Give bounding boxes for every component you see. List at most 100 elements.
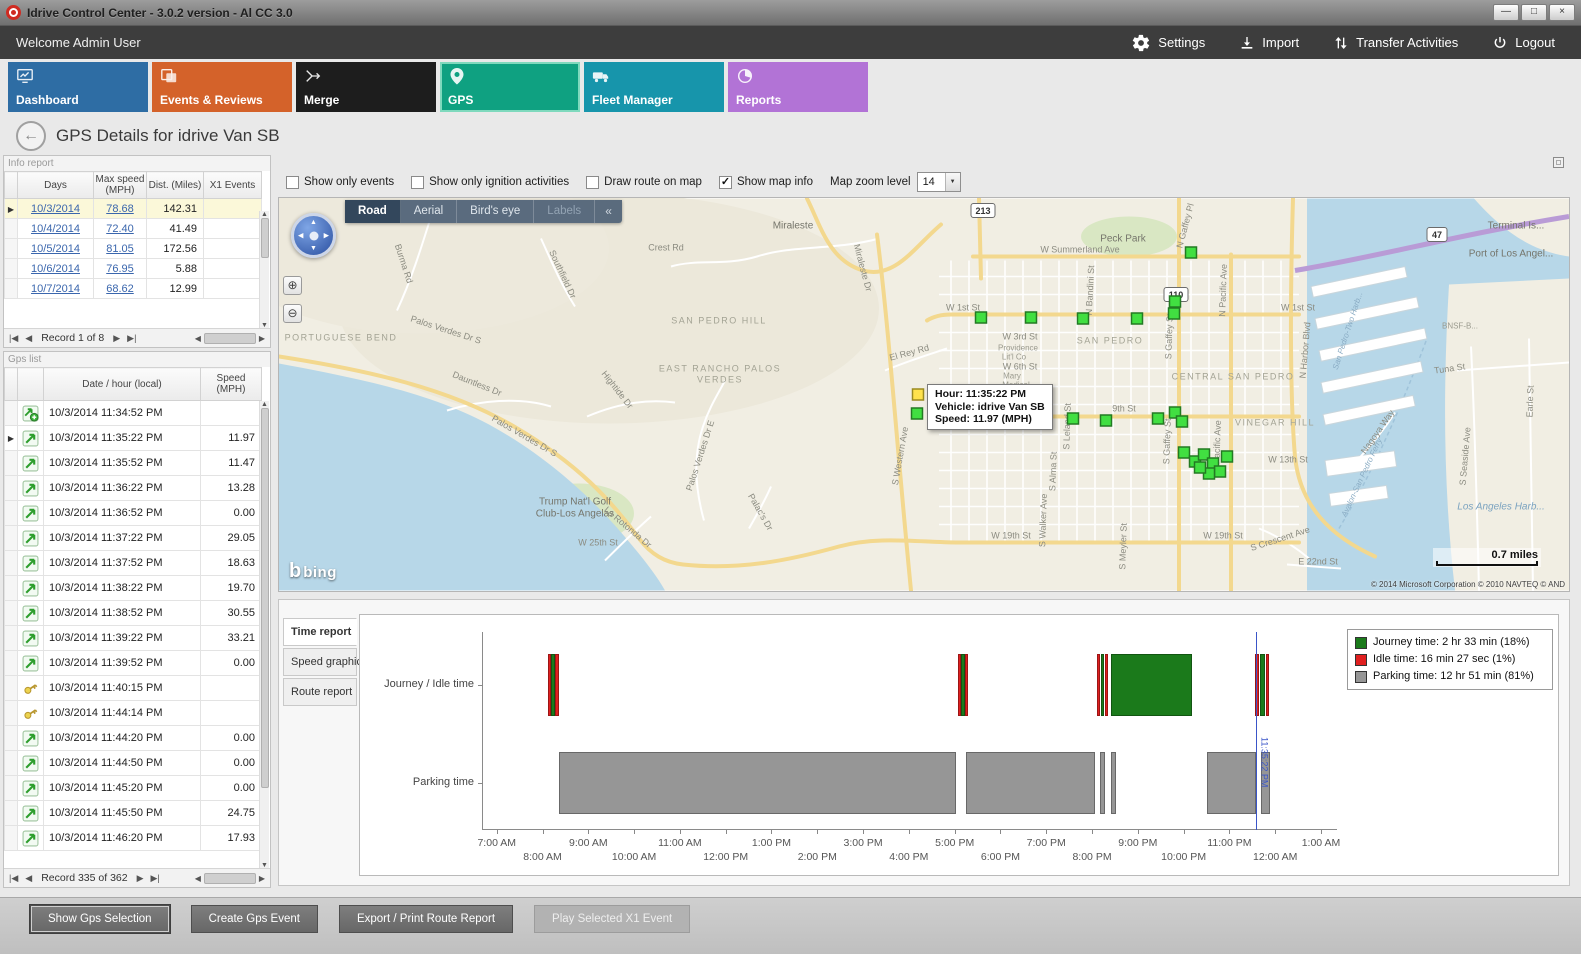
vehicle-position-marker[interactable] bbox=[1132, 313, 1143, 324]
checkbox-show-only-ignition-activities[interactable]: Show only ignition activities bbox=[411, 176, 569, 189]
logout-button[interactable]: Logout bbox=[1492, 35, 1555, 51]
horizontal-scrollbar[interactable]: ◀ ▶ bbox=[193, 333, 267, 344]
scroll-right-button[interactable]: ▶ bbox=[257, 334, 267, 343]
minimize-button[interactable]: — bbox=[1493, 4, 1519, 21]
compass-center[interactable] bbox=[309, 231, 318, 240]
scroll-thumb[interactable] bbox=[204, 333, 256, 344]
vehicle-position-marker[interactable] bbox=[1170, 296, 1181, 307]
gps-list-row[interactable]: 10/3/2014 11:45:20 PM 0.00 bbox=[5, 776, 262, 801]
back-button[interactable]: ← bbox=[16, 121, 46, 151]
vehicle-position-marker[interactable] bbox=[1179, 447, 1190, 458]
vehicle-position-marker[interactable] bbox=[1186, 247, 1197, 258]
checkbox-box[interactable] bbox=[411, 176, 424, 189]
prev-record-button[interactable]: ◀ bbox=[23, 333, 34, 344]
module-tab-dashboard[interactable]: Dashboard bbox=[8, 62, 148, 112]
pan-east-icon[interactable]: ▶ bbox=[324, 232, 329, 239]
first-record-button[interactable]: |◀ bbox=[7, 873, 20, 884]
vehicle-position-marker[interactable] bbox=[976, 312, 987, 323]
vehicle-position-marker[interactable] bbox=[912, 408, 923, 419]
map-canvas[interactable]: MiralestePeck ParkW Summerland AveCrest … bbox=[279, 198, 1569, 591]
last-record-button[interactable]: ▶| bbox=[125, 333, 138, 344]
last-record-button[interactable]: ▶| bbox=[149, 873, 162, 884]
gps-list-row[interactable]: 10/3/2014 11:45:50 PM 24.75 bbox=[5, 801, 262, 826]
gps-list-row[interactable]: 10/3/2014 11:46:20 PM 17.93 bbox=[5, 826, 262, 851]
scroll-up-button[interactable]: ▲ bbox=[259, 401, 270, 408]
gps-list-row[interactable]: 10/3/2014 11:39:52 PM 0.00 bbox=[5, 651, 262, 676]
scroll-thumb[interactable] bbox=[261, 218, 269, 258]
horizontal-scrollbar[interactable]: ◀ ▶ bbox=[193, 873, 267, 884]
vehicle-position-marker[interactable] bbox=[1195, 462, 1206, 473]
map-zoom-out-button[interactable]: ⊖ bbox=[283, 304, 302, 323]
import-button[interactable]: Import bbox=[1239, 35, 1299, 51]
selected-position-marker[interactable] bbox=[913, 389, 924, 400]
map-style-tab-road[interactable]: Road bbox=[345, 200, 401, 223]
gps-list-row[interactable]: 10/3/2014 11:37:22 PM 29.05 bbox=[5, 526, 262, 551]
checkbox-show-only-events[interactable]: Show only events bbox=[286, 176, 394, 189]
col-speed[interactable]: Speed (MPH) bbox=[201, 368, 262, 401]
info-report-row[interactable]: 10/4/2014 72.40 41.49 bbox=[5, 219, 262, 239]
gps-list-row[interactable]: 10/3/2014 11:44:20 PM 0.00 bbox=[5, 726, 262, 751]
scroll-thumb[interactable] bbox=[204, 873, 256, 884]
max-speed-link[interactable]: 72.40 bbox=[106, 223, 134, 235]
checkbox-box[interactable]: ✓ bbox=[719, 176, 732, 189]
pan-north-icon[interactable]: ▲ bbox=[310, 219, 317, 226]
checkbox-show-map-info[interactable]: ✓ Show map info bbox=[719, 176, 813, 189]
info-report-row[interactable]: 10/5/2014 81.05 172.56 bbox=[5, 239, 262, 259]
col-max-speed[interactable]: Max speed (MPH) bbox=[94, 172, 147, 199]
vehicle-position-marker[interactable] bbox=[1215, 466, 1226, 477]
scroll-right-button[interactable]: ▶ bbox=[257, 874, 267, 883]
scroll-left-button[interactable]: ◀ bbox=[193, 334, 203, 343]
map-style-tab-bird-s-eye[interactable]: Bird's eye bbox=[457, 200, 534, 223]
module-tab-fleet-manager[interactable]: Fleet Manager bbox=[584, 62, 724, 112]
col-x1-events[interactable]: X1 Events bbox=[204, 172, 262, 199]
vehicle-position-marker[interactable] bbox=[1068, 413, 1079, 424]
report-tab-time-report[interactable]: Time report bbox=[283, 618, 357, 646]
gps-list-row[interactable]: 10/3/2014 11:37:52 PM 18.63 bbox=[5, 551, 262, 576]
gps-list-row[interactable]: 10/3/2014 11:44:50 PM 0.00 bbox=[5, 751, 262, 776]
report-tab-speed-graphic[interactable]: Speed graphic bbox=[283, 648, 357, 676]
map-style-tab-aerial[interactable]: Aerial bbox=[401, 200, 457, 223]
next-record-button[interactable]: ▶ bbox=[111, 333, 122, 344]
gps-list-row[interactable]: 10/3/2014 11:40:15 PM bbox=[5, 676, 262, 701]
scroll-left-button[interactable]: ◀ bbox=[193, 874, 203, 883]
max-speed-link[interactable]: 76.95 bbox=[106, 263, 134, 275]
day-link[interactable]: 10/4/2014 bbox=[31, 223, 80, 235]
max-speed-link[interactable]: 78.68 bbox=[106, 203, 134, 215]
vehicle-position-marker[interactable] bbox=[1222, 451, 1233, 462]
checkbox-draw-route-on-map[interactable]: Draw route on map bbox=[586, 176, 702, 189]
timeline-plot[interactable]: 7:00 AM8:00 AM9:00 AM10:00 AM11:00 AM12:… bbox=[482, 632, 1337, 830]
time-cursor[interactable] bbox=[1256, 632, 1257, 830]
bottom-button-create-gps-event[interactable]: Create Gps Event bbox=[191, 905, 318, 933]
bottom-button-export-print-route-report[interactable]: Export / Print Route Report bbox=[339, 905, 513, 933]
first-record-button[interactable]: |◀ bbox=[7, 333, 20, 344]
prev-record-button[interactable]: ◀ bbox=[23, 873, 34, 884]
vehicle-position-marker[interactable] bbox=[1101, 415, 1112, 426]
day-link[interactable]: 10/5/2014 bbox=[31, 243, 80, 255]
maximize-button[interactable]: □ bbox=[1521, 4, 1547, 21]
gps-list-row[interactable]: 10/3/2014 11:36:22 PM 13.28 bbox=[5, 476, 262, 501]
gps-list-row[interactable]: 10/3/2014 11:35:52 PM 11.47 bbox=[5, 451, 262, 476]
max-speed-link[interactable]: 68.62 bbox=[106, 283, 134, 295]
collapse-splitter-button[interactable] bbox=[1553, 157, 1564, 168]
map-compass-control[interactable]: ▲ ▼ ◀ ▶ bbox=[291, 213, 336, 258]
gps-list-row[interactable]: 10/3/2014 11:39:22 PM 33.21 bbox=[5, 626, 262, 651]
module-tab-reports[interactable]: Reports bbox=[728, 62, 868, 112]
gps-list-row[interactable]: 10/3/2014 11:36:52 PM 0.00 bbox=[5, 501, 262, 526]
module-tab-merge[interactable]: Merge bbox=[296, 62, 436, 112]
gps-vertical-scrollbar[interactable]: ▲ ▼ bbox=[259, 401, 269, 869]
info-report-row[interactable]: 10/7/2014 68.62 12.99 bbox=[5, 279, 262, 299]
max-speed-link[interactable]: 81.05 bbox=[106, 243, 134, 255]
vehicle-position-marker[interactable] bbox=[1153, 413, 1164, 424]
close-button[interactable]: × bbox=[1549, 4, 1575, 21]
bottom-button-play-selected-x1-event[interactable]: Play Selected X1 Event bbox=[534, 905, 690, 933]
settings-button[interactable]: Settings bbox=[1131, 33, 1205, 53]
bottom-button-show-gps-selection[interactable]: Show Gps Selection bbox=[30, 905, 170, 933]
info-vertical-scrollbar[interactable]: ▲ ▼ bbox=[259, 211, 269, 329]
day-link[interactable]: 10/7/2014 bbox=[31, 283, 80, 295]
map-style-tab-labels[interactable]: Labels bbox=[534, 200, 595, 223]
gps-list-row[interactable]: 10/3/2014 11:35:22 PM 11.97 bbox=[5, 426, 262, 451]
module-tab-gps[interactable]: GPS bbox=[440, 62, 580, 112]
map-zoom-in-button[interactable]: ⊕ bbox=[283, 276, 302, 295]
next-record-button[interactable]: ▶ bbox=[135, 873, 146, 884]
vehicle-position-marker[interactable] bbox=[1169, 308, 1180, 319]
